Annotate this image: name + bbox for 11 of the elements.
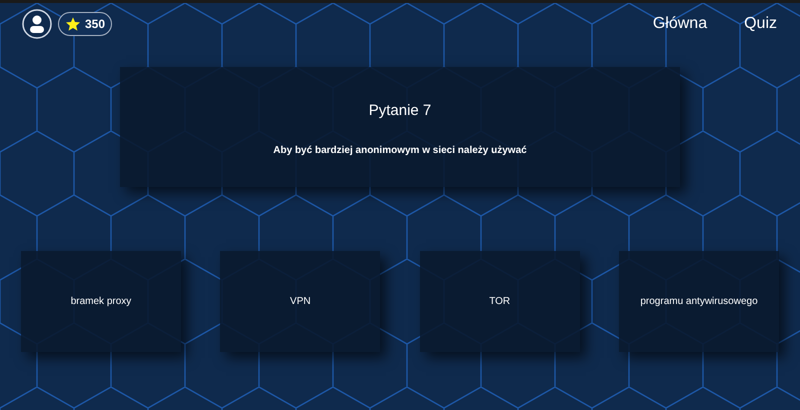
answer-button[interactable]: programu antywirusowego xyxy=(618,251,779,352)
question-text: Aby być bardziej anonimowym w sieci należy używać xyxy=(273,144,527,158)
nav-link[interactable]: Quiz xyxy=(744,12,777,36)
answer-button[interactable]: TOR xyxy=(420,251,580,352)
nav-link[interactable]: Główna xyxy=(652,12,708,36)
question-title: Pytanie 7 xyxy=(368,101,432,121)
answer-button[interactable]: bramek proxy xyxy=(21,251,181,352)
points-count: 350 xyxy=(85,16,106,33)
answer-button[interactable]: VPN xyxy=(220,251,380,352)
avatar-icon[interactable] xyxy=(22,9,52,39)
star-icon xyxy=(65,16,81,32)
